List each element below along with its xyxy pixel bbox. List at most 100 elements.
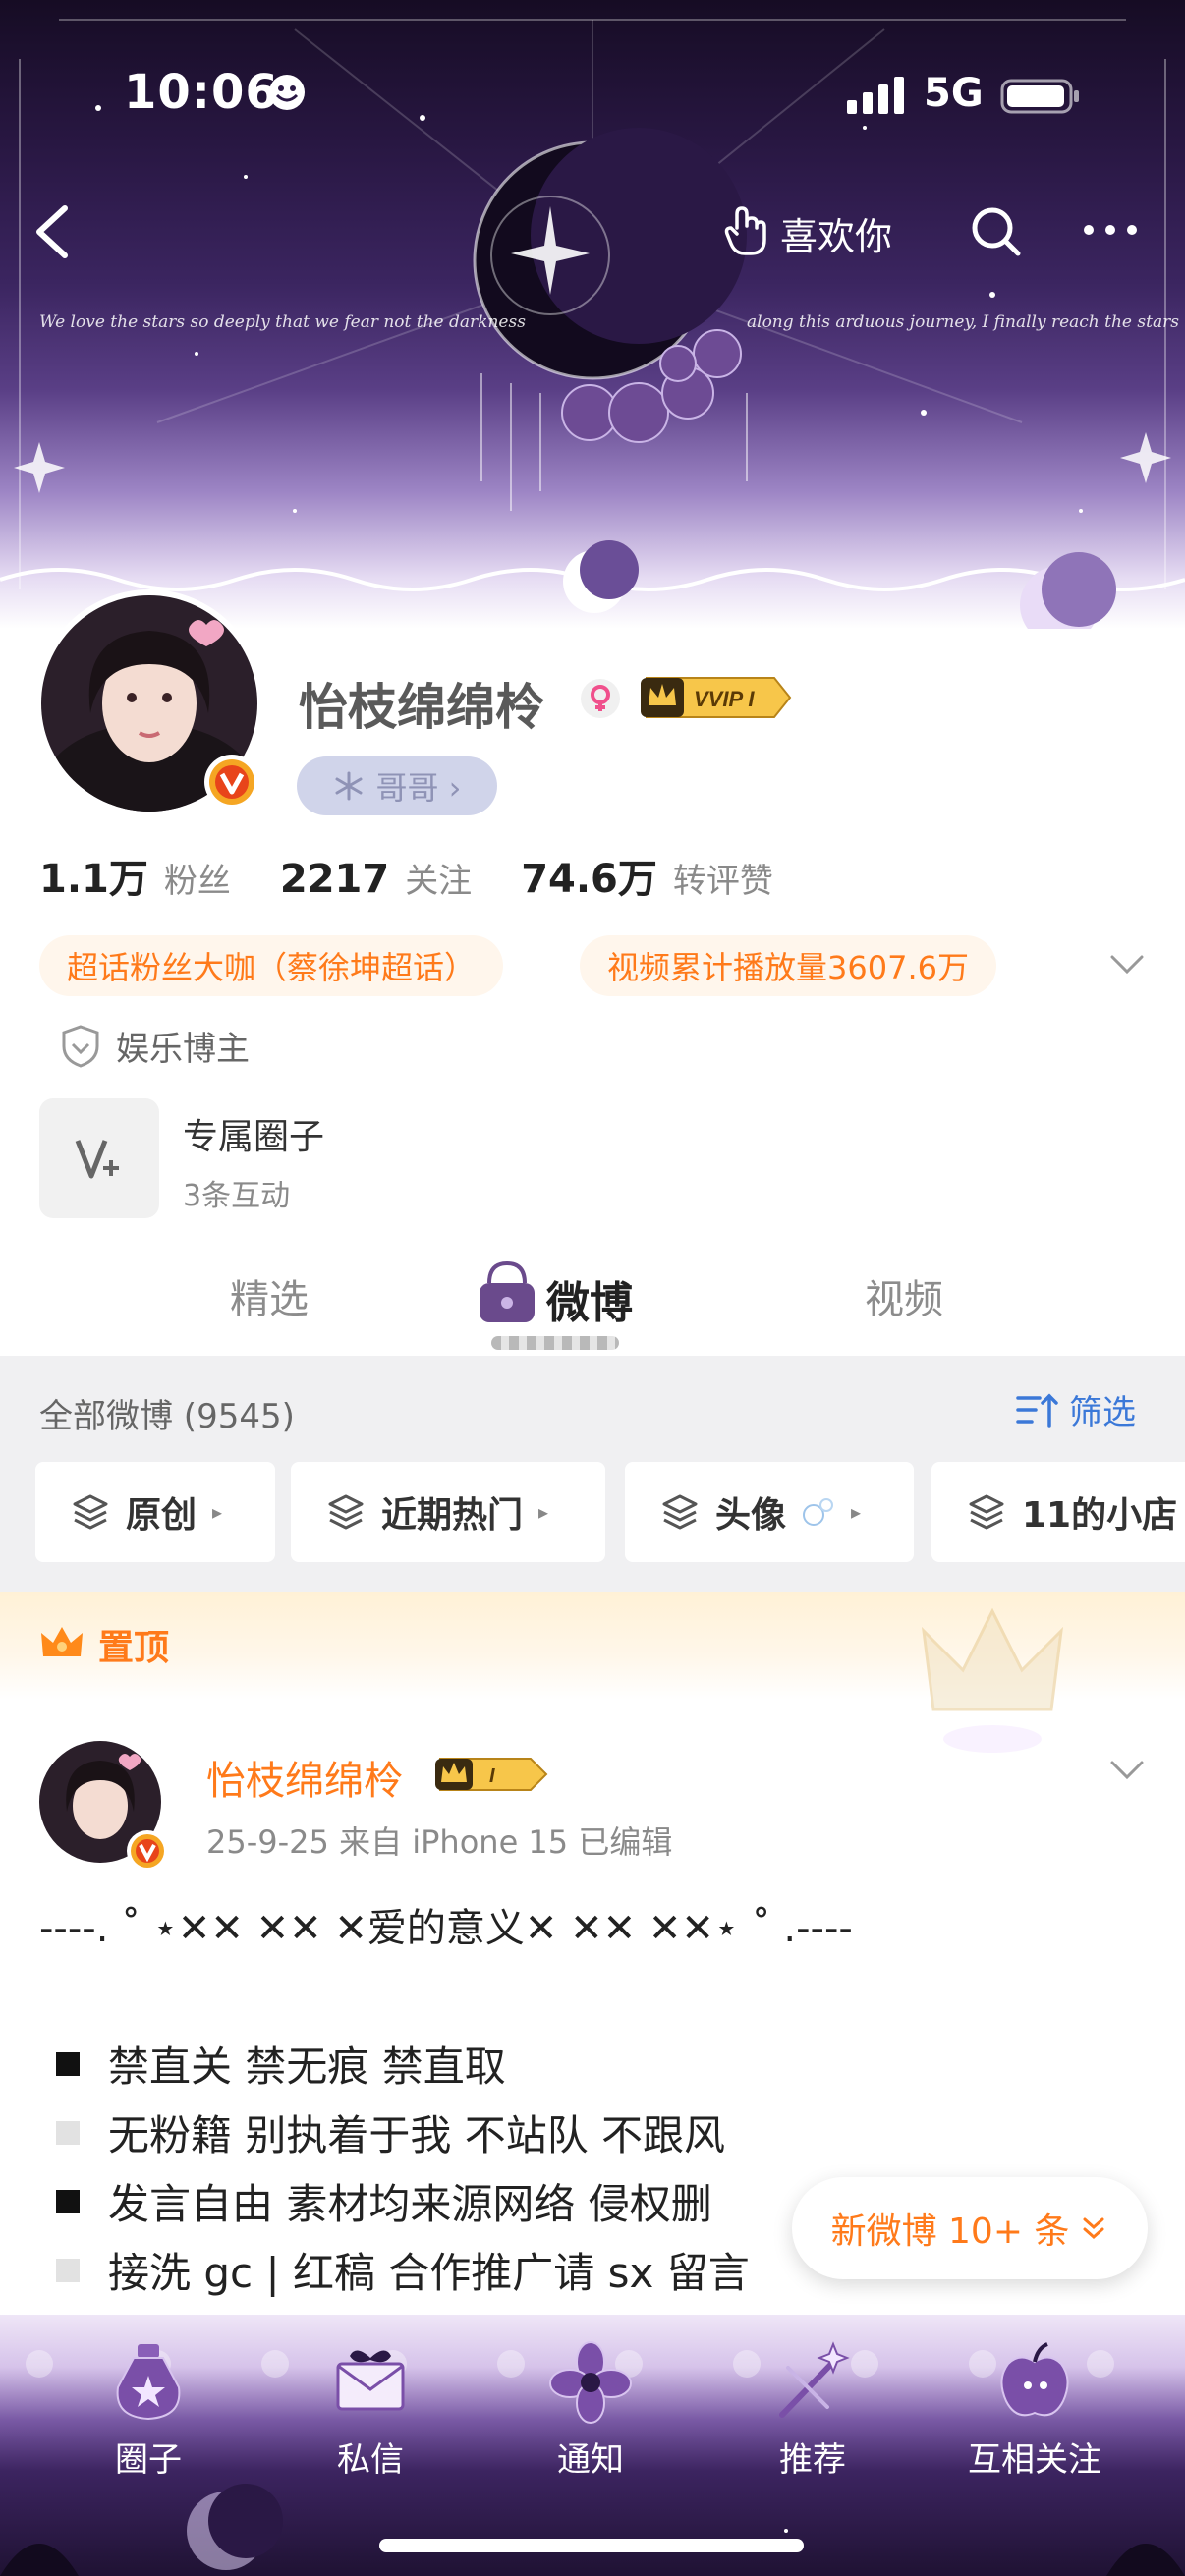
category-original[interactable]: 原创 ▸	[35, 1462, 275, 1562]
v-plus-icon	[75, 1140, 119, 1179]
profile-tabs: 精选 微博 视频	[0, 1246, 1185, 1354]
caret-right-icon: ▸	[851, 1500, 862, 1524]
nav-label: 圈子	[115, 2440, 182, 2480]
category-shop[interactable]: 11的小店	[931, 1462, 1185, 1562]
category-label: 11的小店	[1022, 1495, 1178, 1536]
nav-label: 互相关注	[968, 2440, 1101, 2480]
nav-label: 推荐	[779, 2440, 846, 2480]
title-chip-label: 哥哥 ›	[375, 769, 462, 807]
active-tab-indicator	[491, 1336, 619, 1350]
tab-featured[interactable]: 精选	[230, 1267, 309, 1324]
post-author-name[interactable]: 怡枝绵绵柃	[206, 1749, 403, 1806]
like-hand-icon[interactable]	[723, 206, 770, 257]
blogger-label: 娱乐博主	[116, 1030, 250, 1069]
post-rule: 无粉籍 别执着于我 不站队 不跟风	[55, 2102, 725, 2162]
home-indicator[interactable]	[379, 2539, 804, 2552]
more-icon[interactable]	[1081, 218, 1140, 242]
post-decor-line: ----. ˚ ⋆✕✕ ✕✕ ✕爱的意义✕ ✕✕ ✕✕⋆ ˚ .----	[39, 1906, 853, 1951]
black-square-icon	[56, 2189, 80, 2213]
vip-crown-icon: I	[435, 1758, 548, 1791]
profile-name: 怡枝绵绵柃	[299, 679, 544, 736]
post-vip-badge[interactable]: I	[432, 1755, 550, 1794]
female-gender-icon	[581, 679, 620, 718]
nav-label: 私信	[337, 2440, 404, 2480]
video-plays-tag[interactable]: 视频累计播放量3607.6万	[580, 935, 996, 996]
envelope-bow-icon	[336, 2350, 405, 2411]
status-time: 10:06	[124, 65, 279, 120]
chevron-down-icon[interactable]	[1108, 1759, 1146, 1782]
interactions-label: 转评赞	[672, 862, 773, 901]
banner-script-left: We love the stars so deeply that we fear…	[39, 312, 526, 332]
bubbles-icon	[803, 1498, 834, 1526]
verified-badge-icon	[204, 755, 259, 810]
layers-icon	[969, 1494, 1004, 1530]
caret-right-icon: ▸	[212, 1500, 223, 1524]
status-bar: 10:06 5G	[0, 0, 1185, 187]
verified-badge-icon	[127, 1830, 168, 1872]
pinned-label: 置顶	[98, 1628, 170, 1668]
handbag-icon	[480, 1260, 535, 1322]
chevron-down-icon[interactable]	[1108, 953, 1146, 977]
filter-button[interactable]: 筛选	[1016, 1385, 1136, 1433]
category-label: 近期热门	[381, 1495, 524, 1536]
nav-recommend[interactable]: 推荐	[729, 2338, 896, 2486]
flower-icon	[549, 2341, 632, 2424]
search-icon[interactable]	[971, 206, 1022, 257]
profile-header-banner: 10:06 5G 喜欢你 We love the stars so deeply…	[0, 0, 1185, 629]
post-rule: 禁直关 禁无痕 禁直取	[55, 2034, 506, 2094]
nav-messages[interactable]: 私信	[287, 2338, 454, 2486]
filter-icon	[1016, 1393, 1058, 1428]
following-count[interactable]: 2217	[280, 857, 389, 902]
post-rule-text: 禁直关 禁无痕 禁直取	[108, 2043, 506, 2091]
circle-subtitle: 3条互动	[183, 1179, 291, 1213]
following-label[interactable]: 关注	[405, 854, 472, 902]
all-posts-label: 全部微博 (9545)	[39, 1397, 295, 1436]
title-chip[interactable]: 哥哥 ›	[297, 756, 497, 815]
like-label[interactable]: 喜欢你	[780, 206, 892, 260]
profile-stats: 1.1万 粉丝 2217 关注 74.6万 转评赞	[39, 847, 822, 904]
white-square-icon	[56, 2258, 80, 2282]
category-label: 头像	[715, 1495, 787, 1536]
new-posts-label: 新微博 10+ 条	[830, 2212, 1070, 2252]
post-rule: 接洗 gc | 红稿 合作推广请 sx 留言	[55, 2240, 750, 2300]
tab-video[interactable]: 视频	[865, 1267, 943, 1324]
caret-right-icon: ▸	[538, 1500, 549, 1524]
layers-icon	[73, 1494, 108, 1530]
crown-icon	[41, 1627, 83, 1656]
category-label: 原创	[126, 1495, 198, 1536]
smiley-icon	[269, 75, 305, 110]
followers-label[interactable]: 粉丝	[164, 854, 231, 902]
vip-badge[interactable]: VVIP I	[637, 674, 794, 721]
battery-icon	[1000, 79, 1079, 114]
followers-count[interactable]: 1.1万	[39, 847, 148, 904]
double-chevron-down-icon	[1083, 2217, 1104, 2240]
post-meta: 25-9-25 来自 iPhone 15 已编辑	[206, 1823, 673, 1861]
nav-circle[interactable]: 圈子	[65, 2338, 232, 2486]
shield-icon	[62, 1024, 99, 1068]
black-square-icon	[56, 2051, 80, 2076]
interactions-count: 74.6万	[521, 857, 657, 902]
signal-icon	[847, 77, 904, 114]
post-rule-text: 接洗 gc | 红稿 合作推广请 sx 留言	[108, 2249, 750, 2297]
nav-notifications[interactable]: 通知	[507, 2338, 674, 2486]
network-label: 5G	[924, 71, 984, 116]
nav-mutual-follow[interactable]: 互相关注	[951, 2338, 1118, 2486]
post-rule: 发言自由 素材均来源网络 侵权删	[55, 2171, 712, 2231]
circle-title[interactable]: 专属圈子	[183, 1108, 324, 1159]
supertopic-fan-tag[interactable]: 超话粉丝大咖（蔡徐坤超话）	[39, 935, 504, 996]
banner-script-right: along this arduous journey, I finally re…	[747, 312, 1179, 332]
category-avatar[interactable]: 头像 ▸	[625, 1462, 914, 1562]
filter-label: 筛选	[1069, 1393, 1136, 1432]
layers-icon	[328, 1494, 364, 1530]
circle-tile[interactable]	[39, 1098, 159, 1218]
blogger-category: 娱乐博主	[61, 1022, 250, 1070]
category-recent-hot[interactable]: 近期热门 ▸	[291, 1462, 605, 1562]
tab-weibo[interactable]: 微博	[546, 1267, 633, 1330]
vip-crown-icon: VVIP I	[641, 677, 792, 718]
new-posts-button[interactable]: 新微博 10+ 条	[792, 2177, 1148, 2279]
snowflake-icon	[335, 771, 362, 801]
back-icon[interactable]	[29, 202, 77, 261]
nav-label: 通知	[557, 2440, 624, 2480]
vip-label: VVIP I	[694, 687, 755, 711]
post-vip-label: I	[489, 1765, 495, 1787]
